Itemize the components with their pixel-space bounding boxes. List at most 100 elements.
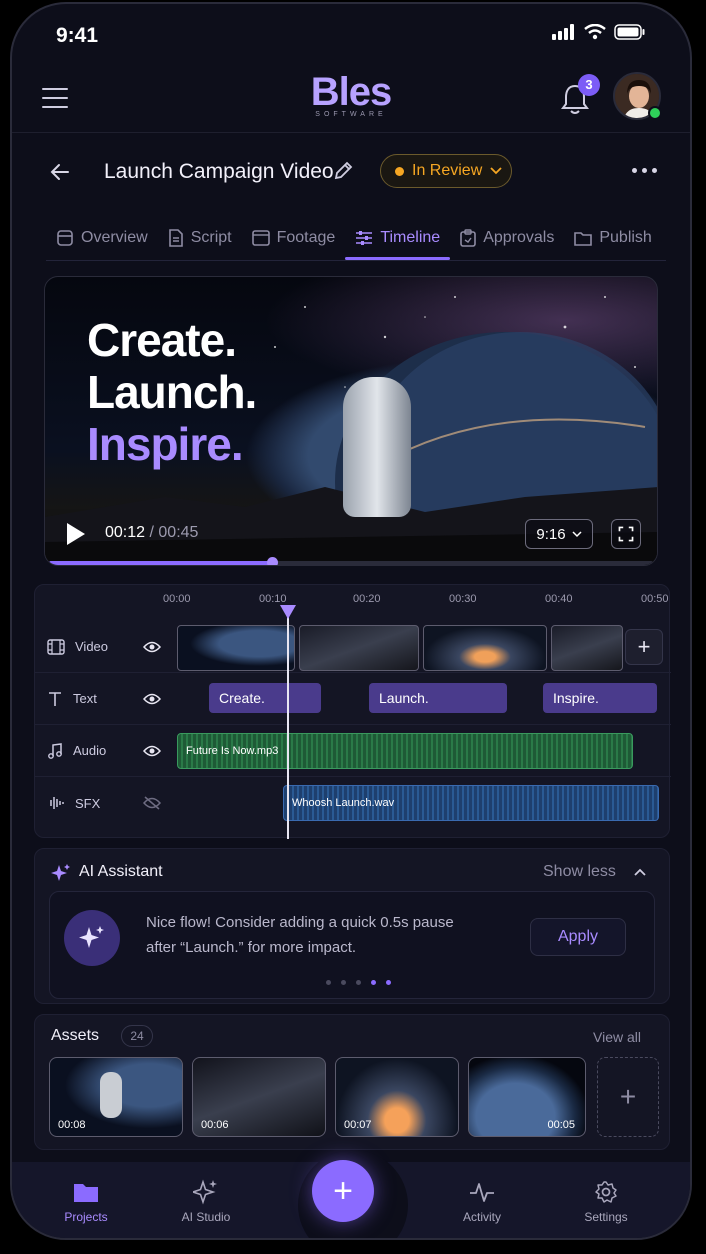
progress-handle[interactable]: [267, 557, 279, 565]
sliders-icon: [356, 231, 373, 245]
edit-pencil-icon[interactable]: [332, 160, 354, 182]
tab-footage[interactable]: Footage: [242, 218, 346, 258]
text-icon: [49, 691, 61, 706]
track-lane-sfx[interactable]: Whoosh Launch.wav: [173, 777, 671, 829]
pager-dot[interactable]: [356, 980, 361, 985]
assets-title: Assets: [51, 1027, 100, 1044]
track-lane-audio[interactable]: Future Is Now.mp3: [173, 725, 671, 777]
timeline-editor: 00:00 00:10 00:20 00:30 00:40 00:50 Vide…: [34, 584, 671, 839]
add-asset-button[interactable]: +: [597, 1057, 659, 1137]
document-icon: [168, 229, 183, 247]
nav-label: AI Studio: [181, 1210, 231, 1224]
gear-icon: [595, 1181, 617, 1203]
ruler-tick: 00:50: [641, 593, 669, 605]
headline-launch: Launch.: [87, 366, 257, 418]
suggestion-pager[interactable]: [326, 980, 391, 985]
sfx-clip[interactable]: Whoosh Launch.wav: [283, 785, 659, 821]
tab-label: Footage: [276, 229, 336, 246]
nav-label: Activity: [462, 1210, 501, 1224]
status-label: In Review: [412, 162, 483, 179]
header-divider: [12, 132, 690, 133]
pager-dot[interactable]: [341, 980, 346, 985]
timeline-ruler: 00:00 00:10 00:20 00:30 00:40 00:50: [163, 593, 669, 615]
video-preview[interactable]: Create. Launch. Inspire. 00:12 / 00:45 9…: [44, 276, 658, 566]
tab-overview[interactable]: Overview: [46, 218, 158, 258]
pager-dot[interactable]: [386, 980, 391, 985]
ruler-tick: 00:20: [353, 593, 381, 605]
aspect-ratio-dropdown[interactable]: 9:16: [525, 519, 593, 549]
nav-activity[interactable]: Activity: [432, 1178, 532, 1224]
current-time: 00:12: [105, 524, 146, 541]
tab-label: Timeline: [380, 229, 441, 246]
sparkles-icon: [193, 1179, 217, 1205]
tab-approvals[interactable]: Approvals: [450, 218, 564, 258]
text-clip[interactable]: Inspire.: [543, 683, 657, 713]
astronaut-figure: [100, 1072, 122, 1118]
status-bar: 9:41: [12, 4, 690, 64]
project-title: Launch Campaign Video: [104, 160, 334, 183]
video-clip[interactable]: [423, 625, 547, 671]
ai-avatar: [64, 910, 120, 966]
asset-thumbnail[interactable]: 00:05: [468, 1057, 586, 1137]
audio-clip[interactable]: Future Is Now.mp3: [177, 733, 633, 769]
progress-fill: [49, 561, 273, 565]
asset-thumbnail[interactable]: 00:08: [49, 1057, 183, 1137]
ruler-tick: 00:40: [545, 593, 573, 605]
audio-clip-name: Future Is Now.mp3: [186, 745, 279, 757]
nav-settings[interactable]: Settings: [556, 1178, 656, 1224]
ruler-tick: 00:10: [259, 593, 287, 605]
asset-duration: 00:07: [344, 1119, 372, 1131]
tab-script[interactable]: Script: [158, 218, 242, 258]
tab-divider: [46, 260, 666, 261]
status-dropdown[interactable]: In Review: [380, 154, 512, 188]
eye-icon[interactable]: [143, 641, 161, 653]
nav-label: Projects: [64, 1210, 108, 1224]
chevron-down-icon: [572, 530, 582, 537]
track-lane-video[interactable]: +: [173, 621, 671, 673]
add-clip-button[interactable]: +: [625, 629, 663, 665]
tab-timeline[interactable]: Timeline: [345, 218, 451, 260]
sfx-clip-name: Whoosh Launch.wav: [292, 797, 395, 809]
ai-assistant-title: AI Assistant: [79, 863, 163, 880]
more-options-icon[interactable]: [632, 168, 657, 173]
apply-button[interactable]: Apply: [530, 918, 626, 956]
folder-icon: [574, 232, 593, 246]
play-icon[interactable]: [67, 523, 85, 545]
nav-projects[interactable]: Projects: [36, 1178, 136, 1224]
asset-thumbnail[interactable]: 00:06: [192, 1057, 326, 1137]
eye-off-icon[interactable]: [143, 796, 161, 810]
time-separator: /: [145, 524, 159, 541]
fullscreen-icon[interactable]: [611, 519, 641, 549]
show-less-label: Show less: [543, 863, 616, 880]
battery-icon: [614, 24, 645, 40]
asset-thumbnail[interactable]: 00:07: [335, 1057, 459, 1137]
video-clip[interactable]: [299, 625, 419, 671]
tab-publish[interactable]: Publish: [564, 218, 661, 258]
overview-icon: [57, 230, 73, 246]
asset-duration: 00:06: [201, 1119, 229, 1131]
tab-bar: Overview Script Footage Timeline Approva…: [46, 218, 690, 260]
create-fab-button[interactable]: +: [312, 1160, 374, 1222]
assets-count-badge: 24: [121, 1025, 153, 1047]
sparkles-icon: [79, 926, 104, 948]
track-name: SFX: [75, 795, 101, 811]
nav-ai-studio[interactable]: AI Studio: [156, 1178, 256, 1224]
track-lane-text[interactable]: Create. Launch. Inspire.: [173, 673, 671, 725]
pager-dot[interactable]: [326, 980, 331, 985]
ai-suggestion-text: Nice flow! Consider adding a quick 0.5s …: [146, 914, 454, 956]
pager-dot[interactable]: [371, 980, 376, 985]
text-clip[interactable]: Launch.: [369, 683, 507, 713]
text-clip[interactable]: Create.: [209, 683, 321, 713]
ai-assistant-panel: AI Assistant Show less Nice flow! Consid…: [34, 848, 670, 1004]
playhead-handle[interactable]: [280, 605, 296, 619]
tab-label: Overview: [81, 229, 148, 246]
video-clip[interactable]: [177, 625, 295, 671]
show-less-toggle[interactable]: Show less: [543, 863, 647, 881]
back-arrow-icon[interactable]: [48, 160, 72, 184]
eye-icon[interactable]: [143, 693, 161, 705]
eye-icon[interactable]: [143, 745, 161, 757]
playhead-line[interactable]: [287, 613, 289, 839]
video-clip[interactable]: [551, 625, 623, 671]
sparkle-icon: [51, 864, 70, 881]
view-all-link[interactable]: View all: [593, 1029, 641, 1045]
